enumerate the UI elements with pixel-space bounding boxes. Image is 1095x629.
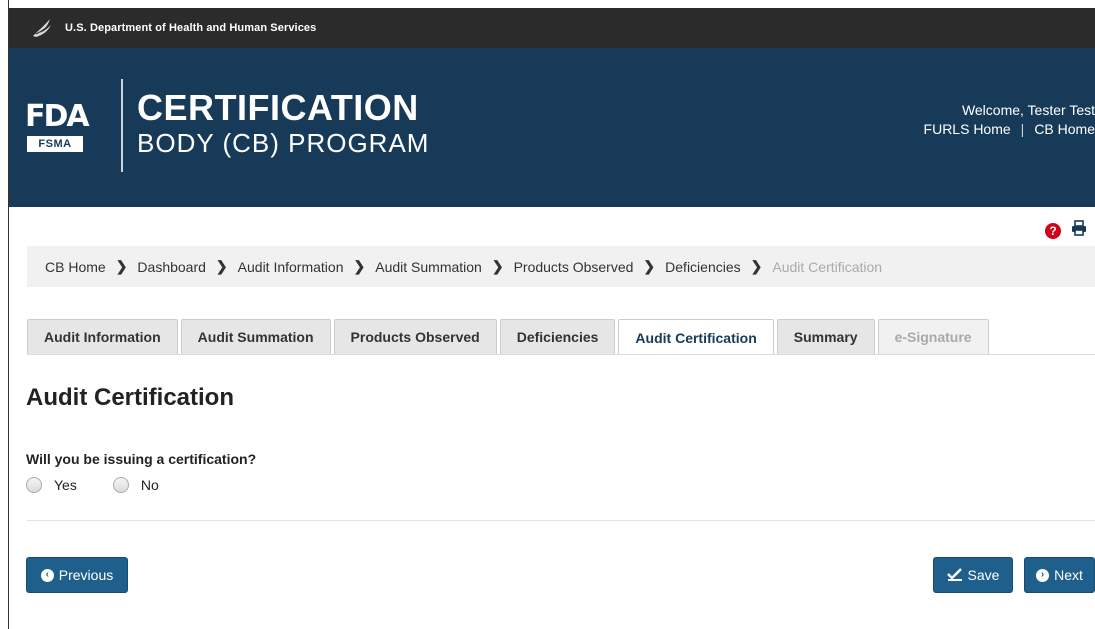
previous-button-label: Previous xyxy=(58,567,114,583)
radio-yes[interactable] xyxy=(26,477,42,493)
next-button[interactable]: › Next xyxy=(1024,557,1095,593)
link-separator: | xyxy=(1020,121,1025,137)
chevron-right-circle-icon: › xyxy=(1036,568,1050,582)
print-icon[interactable] xyxy=(1071,220,1087,241)
tab-audit-certification[interactable]: Audit Certification xyxy=(618,319,774,355)
certification-radio-group: Yes No xyxy=(26,477,195,493)
agency-name[interactable]: U.S. Department of Health and Human Serv… xyxy=(65,22,316,34)
cb-home-link[interactable]: CB Home xyxy=(1034,121,1095,137)
radio-no-label[interactable]: No xyxy=(141,477,159,493)
breadcrumb-deficiencies[interactable]: Deficiencies xyxy=(665,259,740,275)
program-title: CERTIFICATION xyxy=(137,87,419,128)
furls-home-link[interactable]: FURLS Home xyxy=(924,121,1011,137)
fda-logo-text: FDA xyxy=(25,99,90,134)
chevron-right-icon: ❯ xyxy=(353,258,366,274)
breadcrumb-products-observed[interactable]: Products Observed xyxy=(514,259,634,275)
tab-e-signature: e-Signature xyxy=(877,319,989,354)
welcome-message: Welcome, Tester Test xyxy=(961,102,1095,118)
chevron-right-icon: ❯ xyxy=(491,258,504,274)
agency-bar: U.S. Department of Health and Human Serv… xyxy=(9,8,1095,48)
breadcrumb-audit-summation[interactable]: Audit Summation xyxy=(375,259,482,275)
tab-summary[interactable]: Summary xyxy=(776,319,875,354)
breadcrumb-audit-information[interactable]: Audit Information xyxy=(238,259,344,275)
tab-underline xyxy=(27,354,1095,355)
page-tools: ? xyxy=(1045,220,1087,241)
previous-button[interactable]: ‹ Previous xyxy=(26,557,128,593)
save-button-label: Save xyxy=(967,567,1000,583)
check-pencil-icon xyxy=(946,567,963,584)
tab-audit-information[interactable]: Audit Information xyxy=(27,319,178,354)
certification-question: Will you be issuing a certification? xyxy=(26,451,257,467)
next-button-label: Next xyxy=(1054,567,1083,583)
chevron-right-icon: ❯ xyxy=(215,258,228,274)
page-title: Audit Certification xyxy=(26,384,234,411)
header-links: FURLS Home | CB Home xyxy=(924,121,1095,137)
radio-no[interactable] xyxy=(112,477,129,493)
fsma-badge: FSMA xyxy=(27,136,83,152)
breadcrumb: CB Home ❯ Dashboard ❯ Audit Information … xyxy=(27,246,1095,287)
chevron-right-icon: ❯ xyxy=(750,258,763,274)
program-subtitle: BODY (CB) PROGRAM xyxy=(137,128,430,158)
step-tabs: Audit Information Audit Summation Produc… xyxy=(27,319,992,355)
chevron-right-icon: ❯ xyxy=(115,258,128,274)
radio-yes-label[interactable]: Yes xyxy=(54,477,77,493)
question-circle-icon[interactable]: ? xyxy=(1045,222,1061,239)
program-banner: FDA FSMA CERTIFICATION BODY (CB) PROGRAM… xyxy=(9,48,1095,207)
chevron-left-circle-icon: ‹ xyxy=(40,568,54,582)
fda-fsma-logo[interactable]: FDA FSMA xyxy=(25,102,105,154)
banner-divider xyxy=(121,79,123,172)
section-divider xyxy=(27,520,1095,521)
breadcrumb-cb-home[interactable]: CB Home xyxy=(45,259,106,275)
tab-deficiencies[interactable]: Deficiencies xyxy=(499,319,616,354)
chevron-right-icon: ❯ xyxy=(643,258,656,274)
save-button[interactable]: Save xyxy=(933,557,1013,593)
breadcrumb-dashboard[interactable]: Dashboard xyxy=(137,259,206,275)
breadcrumb-current: Audit Certification xyxy=(772,258,883,275)
hhs-eagle-icon xyxy=(29,15,55,41)
tab-products-observed[interactable]: Products Observed xyxy=(333,319,497,354)
tab-audit-summation[interactable]: Audit Summation xyxy=(180,319,331,354)
